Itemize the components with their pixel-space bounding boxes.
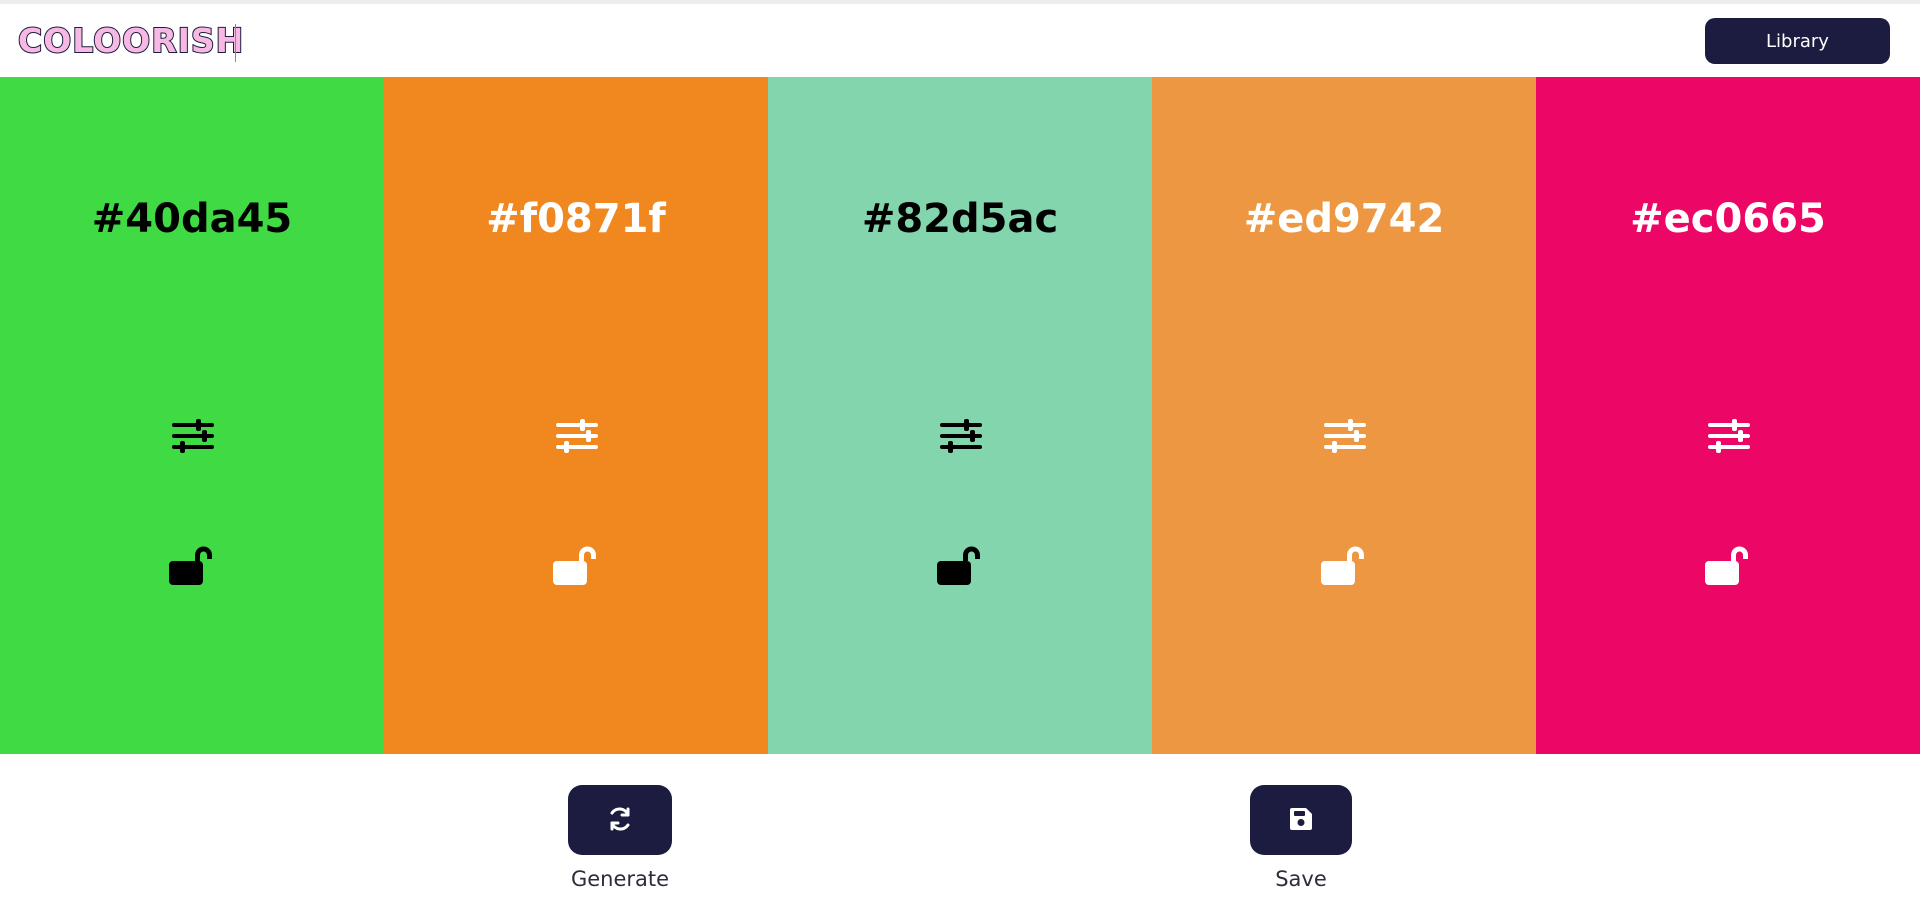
- save-label: Save: [1275, 867, 1327, 891]
- sliders-icon[interactable]: [1324, 417, 1366, 455]
- color-column-2[interactable]: #f0871f: [384, 77, 768, 754]
- sliders-icon[interactable]: [1708, 417, 1750, 455]
- generate-label: Generate: [570, 867, 670, 891]
- action-bar: Generate Save: [0, 754, 1920, 905]
- color-hex-code[interactable]: #ed9742: [1152, 199, 1536, 239]
- unlock-icon[interactable]: [1704, 541, 1752, 589]
- unlock-icon[interactable]: [936, 541, 984, 589]
- library-button[interactable]: Library: [1705, 18, 1890, 64]
- text-cursor: [235, 24, 236, 62]
- color-column-1[interactable]: #40da45: [0, 77, 384, 754]
- sliders-icon[interactable]: [172, 417, 214, 455]
- unlock-icon[interactable]: [1320, 541, 1368, 589]
- generate-button[interactable]: [568, 785, 672, 855]
- save-action: Save: [1250, 785, 1352, 891]
- unlock-icon[interactable]: [168, 541, 216, 589]
- color-column-4[interactable]: #ed9742: [1152, 77, 1536, 754]
- color-column-3[interactable]: #82d5ac: [768, 77, 1152, 754]
- app-logo[interactable]: COLOORISH: [17, 23, 244, 58]
- generate-action: Generate: [568, 785, 672, 891]
- color-hex-code[interactable]: #40da45: [0, 199, 384, 239]
- color-hex-code[interactable]: #f0871f: [384, 199, 768, 239]
- app-header: COLOORISH Library: [0, 4, 1920, 77]
- color-hex-code[interactable]: #ec0665: [1536, 199, 1920, 239]
- color-column-5[interactable]: #ec0665: [1536, 77, 1920, 754]
- sliders-icon[interactable]: [556, 417, 598, 455]
- save-button[interactable]: [1250, 785, 1352, 855]
- refresh-icon: [607, 806, 633, 835]
- color-palette: #40da45 #f0871f #82d5ac #ed9742 #ec0665: [0, 77, 1920, 754]
- unlock-icon[interactable]: [552, 541, 600, 589]
- sliders-icon[interactable]: [940, 417, 982, 455]
- floppy-disk-icon: [1290, 807, 1312, 833]
- color-hex-code[interactable]: #82d5ac: [768, 199, 1152, 239]
